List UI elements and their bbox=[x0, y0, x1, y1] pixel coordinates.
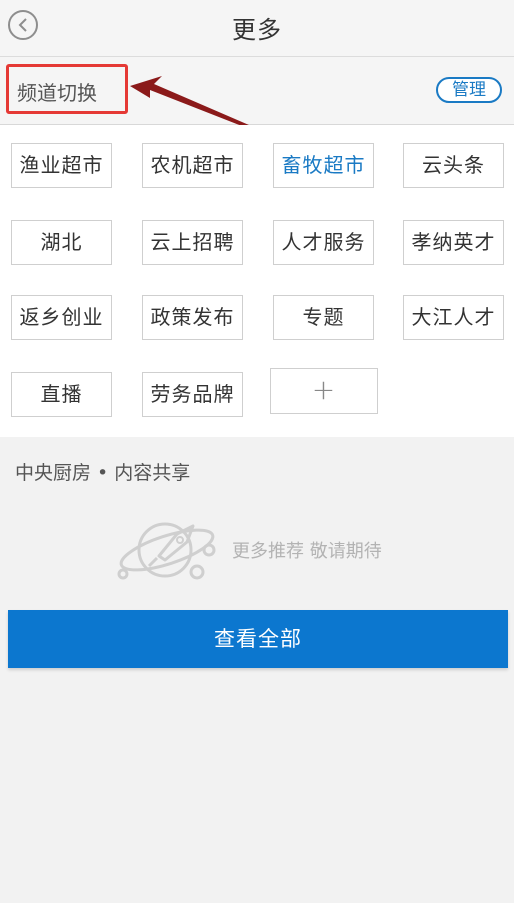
channel-switch-label: 频道切换 bbox=[6, 64, 128, 114]
rocket-planet-icon bbox=[117, 522, 216, 580]
channel-chip-zhengcefabu[interactable]: 政策发布 bbox=[142, 295, 243, 340]
add-channel-button[interactable]: + bbox=[270, 368, 378, 414]
plus-icon: + bbox=[311, 373, 337, 406]
channel-chip-xiaonayingcai[interactable]: 孝纳英才 bbox=[403, 220, 504, 265]
channel-chip-zhibo[interactable]: 直播 bbox=[11, 372, 112, 417]
app-header: 更多 bbox=[0, 0, 514, 57]
empty-state-text: 更多推荐 敬请期待 bbox=[232, 541, 382, 562]
channel-chip-xumu[interactable]: 畜牧超市 bbox=[273, 143, 374, 188]
manage-button[interactable]: 管理 bbox=[436, 77, 502, 103]
channel-chip-dajiangrencai[interactable]: 大江人才 bbox=[403, 295, 504, 340]
channel-chip-laowupinpai[interactable]: 劳务品牌 bbox=[142, 372, 243, 417]
channel-chip-yuye[interactable]: 渔业超市 bbox=[11, 143, 112, 188]
channel-grid: 渔业超市 农机超市 畜牧超市 云头条 湖北 云上招聘 人才服务 孝纳英才 返乡创… bbox=[0, 125, 514, 437]
channel-chip-zhuanti[interactable]: 专题 bbox=[273, 295, 374, 340]
channel-chip-yuntoutiao[interactable]: 云头条 bbox=[403, 143, 504, 188]
channel-chip-fanxiangchuangye[interactable]: 返乡创业 bbox=[11, 295, 112, 340]
annotation-arrow bbox=[130, 76, 256, 130]
central-kitchen-title: 中央厨房 • 内容共享 bbox=[15, 462, 191, 484]
view-all-button[interactable]: 查看全部 bbox=[8, 610, 508, 668]
page-title: 更多 bbox=[232, 16, 282, 44]
channel-chip-hubei[interactable]: 湖北 bbox=[11, 220, 112, 265]
channel-chip-rencaifuwu[interactable]: 人才服务 bbox=[273, 220, 374, 265]
channel-chip-yunshangzhaopin[interactable]: 云上招聘 bbox=[142, 220, 243, 265]
channel-chip-nongji[interactable]: 农机超市 bbox=[142, 143, 243, 188]
